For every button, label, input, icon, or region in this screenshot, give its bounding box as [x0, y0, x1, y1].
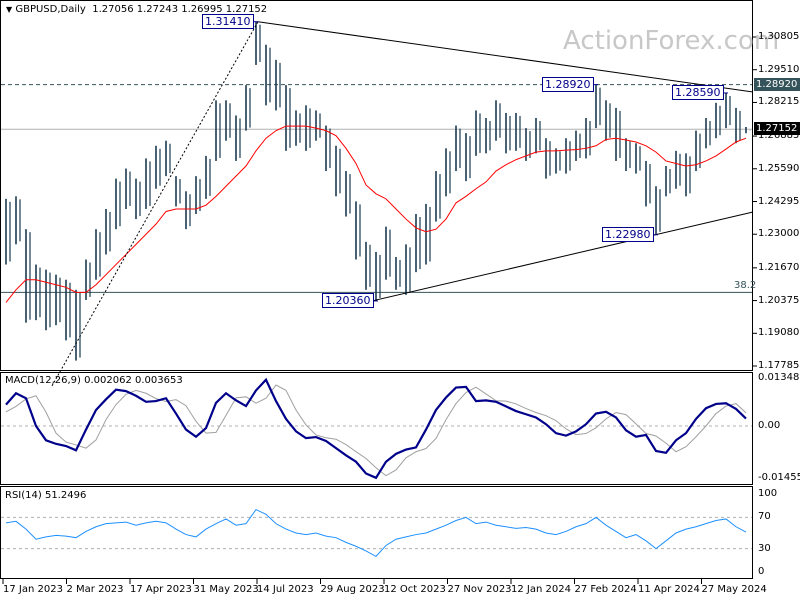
rsi-title: RSI(14) 51.2496: [5, 490, 87, 501]
macd-axis-label: 0.00: [758, 420, 781, 431]
collapse-triangle-icon[interactable]: ▼: [6, 5, 12, 14]
rsi-pane: [0, 486, 753, 579]
swing-label: 1.28920: [542, 76, 594, 92]
rsi-axis-label: 30: [758, 542, 771, 554]
watermark: ActionForex.com: [563, 26, 780, 56]
price-axis-label: 1.23000: [758, 228, 800, 240]
swing-label: 1.31410: [202, 13, 254, 29]
fib-dotted-line: [51, 21, 259, 387]
price-axis-label: 1.25590: [758, 162, 800, 174]
rsi-axis-label: 100: [758, 488, 778, 499]
macd-title: MACD(12,26,9) 0.002062 0.003653: [5, 375, 183, 386]
date-axis-label: 12 Oct 2023: [384, 584, 446, 595]
price-axis-label: 1.21670: [758, 261, 800, 273]
price-axis-label: 1.29510: [758, 63, 800, 75]
price-axis-label: 1.19080: [758, 327, 800, 339]
fib-level-label: 38.2: [734, 280, 757, 292]
main-pane: [0, 0, 753, 371]
trendline: [371, 211, 754, 302]
swing-label: 1.22980: [602, 226, 654, 242]
rsi-line: [5, 508, 747, 558]
swing-label: 1.20360: [322, 292, 374, 308]
date-axis-label: 11 Apr 2024: [638, 584, 700, 595]
date-axis-label: 17 Apr 2023: [130, 584, 192, 595]
date-axis-label: 14 Jul 2023: [257, 584, 314, 595]
price-axis-label: 1.17785: [758, 360, 800, 371]
macd-main-line: [5, 377, 747, 480]
price-axis-label: 1.20375: [758, 294, 800, 306]
macd-signal-line: [5, 384, 747, 477]
date-axis-label: 27 Nov 2023: [447, 584, 512, 595]
date-axis-label: 31 May 2023: [193, 584, 259, 595]
symbol-label: GBPUSD,Daily: [15, 4, 86, 15]
date-axis-label: 27 May 2024: [701, 584, 767, 595]
date-axis-label: 2 Mar 2023: [66, 584, 124, 595]
date-axis-label: 12 Jan 2024: [511, 584, 571, 595]
price-axis-label: 1.26885: [758, 130, 800, 142]
price-axis-label: 1.24295: [758, 195, 800, 207]
price-tag-dashed: 1.28920: [754, 77, 800, 91]
price-axis-label: 1.30805: [758, 31, 800, 42]
rsi-axis-label: 0: [758, 566, 765, 577]
price-axis-label: 1.28215: [758, 96, 800, 108]
swing-label: 1.28590: [672, 84, 724, 100]
date-axis-label: 17 Jan 2023: [3, 584, 63, 595]
date-axis-label: 27 Feb 2024: [574, 584, 637, 595]
macd-axis-label: 0.013489: [758, 372, 800, 383]
macd-axis-label: -0.014554: [758, 472, 800, 483]
date-axis-label: 29 Aug 2023: [320, 584, 385, 595]
rsi-axis-label: 70: [758, 511, 771, 523]
